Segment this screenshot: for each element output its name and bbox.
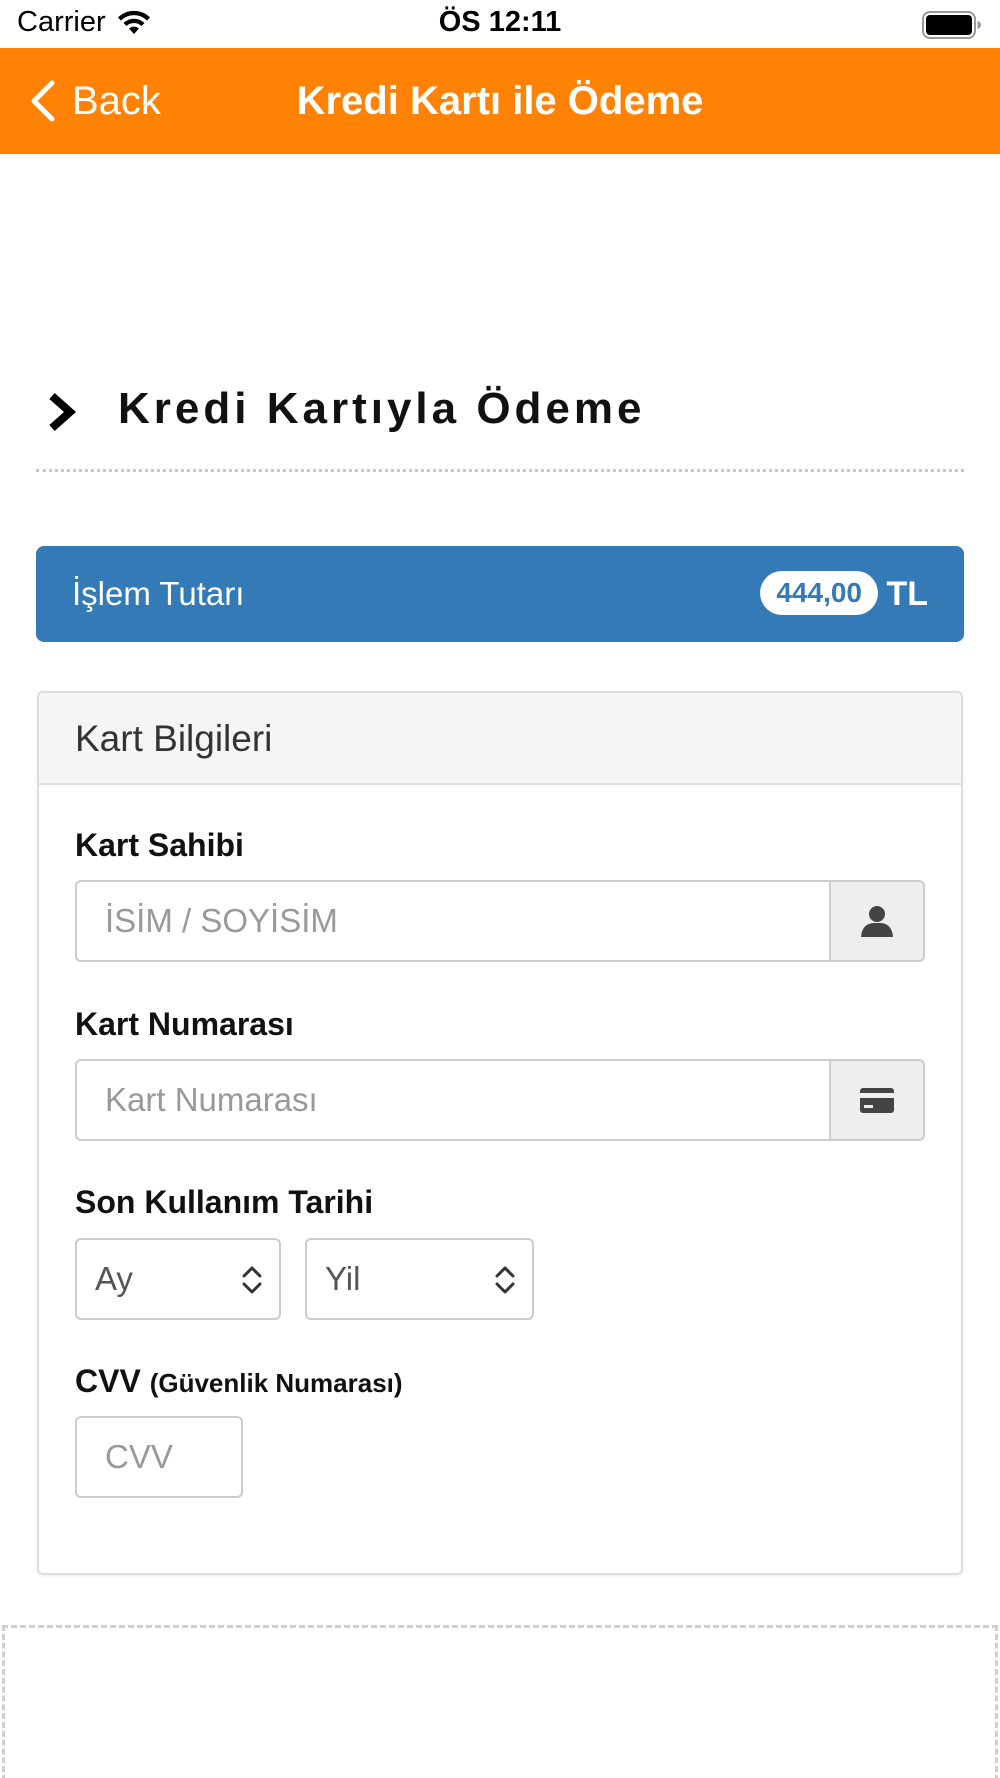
card-holder-input[interactable]: [75, 880, 829, 962]
dashed-placeholder-region: [2, 1625, 998, 1778]
section-header: Kredi Kartıyla Ödeme: [36, 380, 964, 472]
expiry-month-select[interactable]: Ay: [75, 1238, 281, 1320]
status-bar: Carrier ÖS 12:11: [0, 0, 1000, 48]
amount-value-badge: 444,00: [760, 571, 878, 615]
cvv-label: CVV (Güvenlik Numarası): [75, 1363, 403, 1400]
navigation-bar: Back Kredi Kartı ile Ödeme: [0, 48, 1000, 154]
expiry-month-value: Ay: [95, 1260, 133, 1297]
panel-heading: Kart Bilgileri: [39, 693, 961, 785]
user-icon: [861, 906, 893, 937]
credit-card-icon: [860, 1088, 894, 1113]
panel-title: Kart Bilgileri: [75, 718, 273, 759]
back-label: Back: [72, 78, 161, 123]
card-holder-addon: [829, 880, 925, 962]
amount-label: İşlem Tutarı: [72, 575, 245, 612]
amount-bar: İşlem Tutarı 444,00 TL: [36, 546, 964, 642]
updown-arrows-icon: [495, 1266, 515, 1294]
card-info-panel: Kart Bilgileri Kart Sahibi Kart Numarası…: [37, 691, 963, 1575]
updown-arrows-icon: [242, 1266, 262, 1294]
card-holder-group: [75, 880, 925, 962]
card-number-group: [75, 1059, 925, 1141]
cvv-label-note: (Güvenlik Numarası): [149, 1368, 403, 1398]
cvv-label-text: CVV: [75, 1363, 141, 1399]
back-button[interactable]: Back: [28, 48, 161, 154]
expiry-year-value: Yil: [325, 1260, 361, 1297]
battery-icon: [922, 11, 981, 39]
amount-currency: TL: [886, 575, 928, 613]
card-number-label: Kart Numarası: [75, 1006, 294, 1042]
expiry-label: Son Kullanım Tarihi: [75, 1184, 374, 1220]
chevron-right-icon: [49, 393, 77, 431]
section-title: Kredi Kartıyla Ödeme: [118, 384, 646, 433]
expiry-year-select[interactable]: Yil: [305, 1238, 534, 1320]
card-number-input[interactable]: [75, 1059, 829, 1141]
card-number-addon: [829, 1059, 925, 1141]
status-time: ÖS 12:11: [438, 6, 562, 38]
card-holder-label: Kart Sahibi: [75, 827, 244, 863]
cvv-input[interactable]: [75, 1416, 243, 1498]
chevron-left-icon: [31, 80, 55, 122]
